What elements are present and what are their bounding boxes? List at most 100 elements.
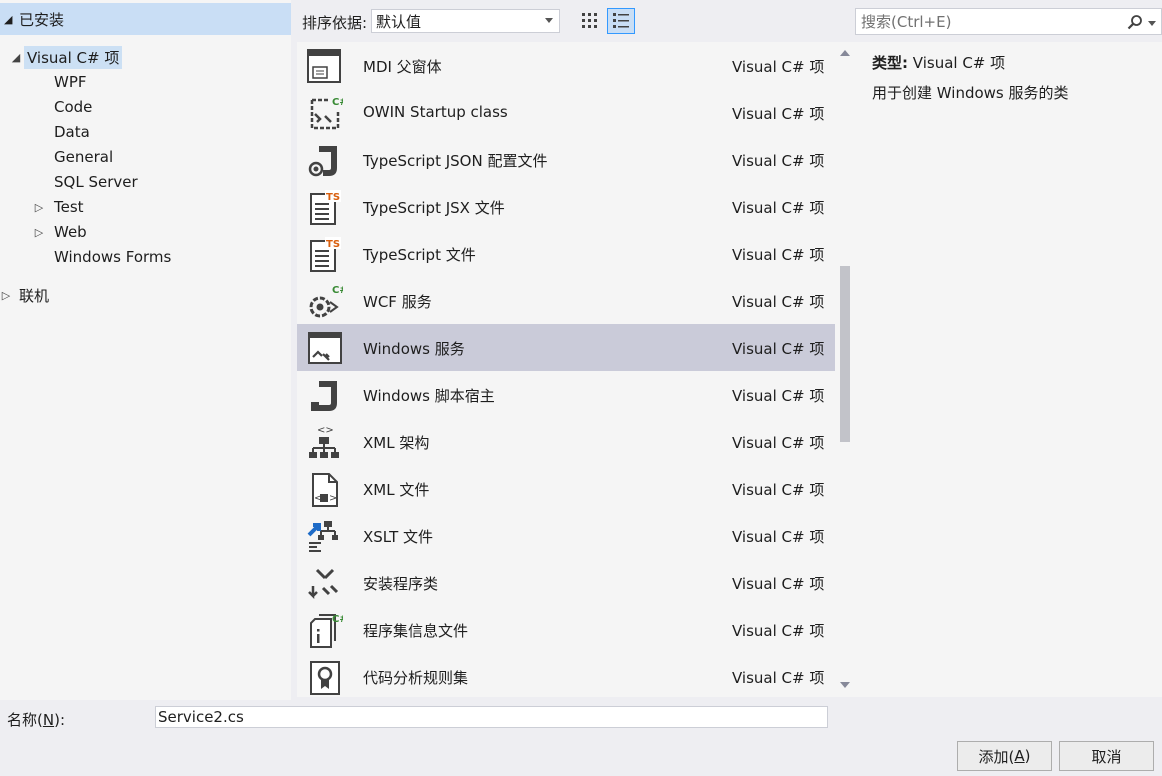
xml-file-icon: < > — [312, 473, 338, 507]
name-input[interactable] — [155, 706, 828, 728]
svg-text:C#: C# — [332, 97, 343, 108]
typescript-jsx-icon: TS — [310, 190, 341, 225]
template-row[interactable]: TS TypeScript 文件 Visual C# 项 — [297, 230, 835, 277]
tree-node-label: SQL Server — [54, 173, 138, 191]
template-type: Visual C# 项 — [732, 58, 825, 76]
template-row[interactable]: Windows 脚本宿主 Visual C# 项 — [297, 371, 835, 418]
tree-node-general[interactable]: General — [54, 145, 113, 169]
template-type: Visual C# 项 — [732, 105, 825, 123]
details-pane: 类型: Visual C# 项 用于创建 Windows 服务的类 — [856, 42, 1162, 697]
template-row[interactable]: C# 程序集信息文件 Visual C# 项 — [297, 606, 835, 653]
template-type: Visual C# 项 — [732, 622, 825, 640]
installer-class-icon — [308, 568, 339, 600]
tree-node-wpf[interactable]: WPF — [54, 70, 87, 94]
tree-node-label: Code — [54, 98, 93, 116]
tree-node-web[interactable]: ▷ Web — [31, 220, 87, 244]
template-name: TypeScript JSX 文件 — [363, 199, 505, 217]
template-name: WCF 服务 — [363, 293, 432, 311]
template-row[interactable]: XSLT 文件 Visual C# 项 — [297, 512, 835, 559]
template-row[interactable]: MDI 父窗体 Visual C# 项 — [297, 42, 835, 89]
tree-node-code[interactable]: Code — [54, 95, 92, 119]
template-row[interactable]: C# OWIN Startup class Visual C# 项 — [297, 89, 835, 136]
template-type: Visual C# 项 — [732, 340, 825, 358]
cancel-button[interactable]: 取消 — [1059, 741, 1154, 771]
tree-node-label: 联机 — [19, 286, 50, 305]
add-button-label-end: ) — [1024, 747, 1031, 765]
name-label-text-end: ): — [54, 711, 65, 729]
svg-text:<>: <> — [317, 425, 334, 436]
detail-description: 用于创建 Windows 服务的类 — [872, 84, 1069, 102]
name-label-text: 名称( — [7, 711, 43, 729]
xslt-file-icon — [307, 521, 338, 552]
collapsed-arrow-icon[interactable]: ▷ — [31, 226, 47, 239]
tree-node-visual-csharp[interactable]: ◢ Visual C# 项 — [8, 45, 123, 69]
template-row[interactable]: 安装程序类 Visual C# 项 — [297, 559, 835, 606]
mdi-form-icon — [307, 49, 341, 83]
template-name: MDI 父窗体 — [363, 58, 442, 76]
code-analysis-ruleset-icon — [310, 661, 340, 695]
sort-dropdown[interactable]: 默认值 — [371, 9, 560, 33]
owin-startup-icon: C# — [310, 97, 343, 130]
template-row[interactable]: TypeScript JSON 配置文件 Visual C# 项 — [297, 136, 835, 183]
typescript-file-icon: TS — [310, 237, 341, 272]
template-type: Visual C# 项 — [732, 434, 825, 452]
template-row[interactable]: < > XML 文件 Visual C# 项 — [297, 465, 835, 512]
add-button[interactable]: 添加(A) — [957, 741, 1052, 771]
svg-text:C#: C# — [332, 614, 343, 625]
svg-text:C#: C# — [332, 285, 343, 296]
detail-type: 类型: Visual C# 项 — [872, 52, 1005, 73]
vertical-scrollbar[interactable] — [835, 42, 856, 697]
toolbar: 排序依据: 默认值 — [291, 0, 856, 42]
tree-node-data[interactable]: Data — [54, 120, 90, 144]
chevron-down-icon[interactable] — [1148, 21, 1156, 26]
list-view-button[interactable] — [607, 8, 635, 34]
search-icon[interactable] — [1127, 14, 1143, 30]
collapsed-arrow-icon[interactable]: ▷ — [0, 289, 14, 302]
xml-schema-icon: <> — [309, 425, 339, 458]
tree-node-label: General — [54, 148, 114, 166]
windows-service-icon — [308, 332, 342, 364]
small-icons-view-icon — [582, 13, 597, 28]
tree-node-windows-forms[interactable]: Windows Forms — [54, 245, 171, 269]
tree-node-sql-server[interactable]: SQL Server — [54, 170, 138, 194]
template-type: Visual C# 项 — [732, 293, 825, 311]
template-type: Visual C# 项 — [732, 152, 825, 170]
script-host-icon — [311, 381, 337, 411]
template-row[interactable]: C# WCF 服务 Visual C# 项 — [297, 277, 835, 324]
template-row[interactable]: TS TypeScript JSX 文件 Visual C# 项 — [297, 183, 835, 230]
template-type: Visual C# 项 — [732, 481, 825, 499]
tree-node-visual-csharp-label: Visual C# 项 — [24, 45, 123, 69]
tree-node-test[interactable]: ▷ Test — [31, 195, 84, 219]
template-name: 安装程序类 — [363, 575, 439, 593]
category-tree: ◢ 已安装 ◢ Visual C# 项 WPF Code Data Genera… — [0, 0, 291, 700]
add-button-label: 添加( — [978, 747, 1015, 766]
typescript-json-icon — [308, 146, 337, 177]
tree-node-online[interactable]: ▷ 联机 — [0, 283, 49, 307]
scroll-down-arrow-icon[interactable] — [840, 682, 850, 688]
template-name: Windows 脚本宿主 — [363, 387, 495, 405]
small-icons-view-button[interactable] — [578, 9, 602, 33]
svg-text:>: > — [329, 493, 337, 504]
add-button-accesskey: A — [1014, 747, 1025, 765]
svg-text:TS: TS — [326, 192, 340, 203]
search-input[interactable] — [861, 12, 1116, 31]
template-row[interactable]: <> XML 架构 Visual C# 项 — [297, 418, 835, 465]
scrollbar-thumb[interactable] — [840, 266, 850, 442]
expanded-arrow-icon[interactable]: ◢ — [4, 13, 18, 26]
template-row[interactable]: Windows 服务 Visual C# 项 — [297, 324, 835, 371]
scroll-up-arrow-icon[interactable] — [840, 50, 850, 56]
template-row[interactable]: 代码分析规则集 Visual C# 项 — [297, 653, 835, 697]
template-name: TypeScript JSON 配置文件 — [363, 152, 548, 170]
template-type: Visual C# 项 — [732, 669, 825, 687]
template-type: Visual C# 项 — [732, 387, 825, 405]
template-name: 代码分析规则集 — [363, 669, 469, 687]
search-box[interactable] — [855, 8, 1162, 35]
chevron-down-icon — [545, 18, 553, 23]
template-name: XML 架构 — [363, 434, 430, 452]
template-list: MDI 父窗体 Visual C# 项 C# OWIN Startup class Vi… — [297, 42, 835, 697]
collapsed-arrow-icon[interactable]: ▷ — [31, 201, 47, 214]
tree-node-installed[interactable]: ◢ 已安装 — [0, 3, 291, 35]
template-name: TypeScript 文件 — [363, 246, 476, 264]
expanded-arrow-icon[interactable]: ◢ — [8, 51, 24, 64]
assembly-info-icon: C# — [310, 614, 343, 648]
